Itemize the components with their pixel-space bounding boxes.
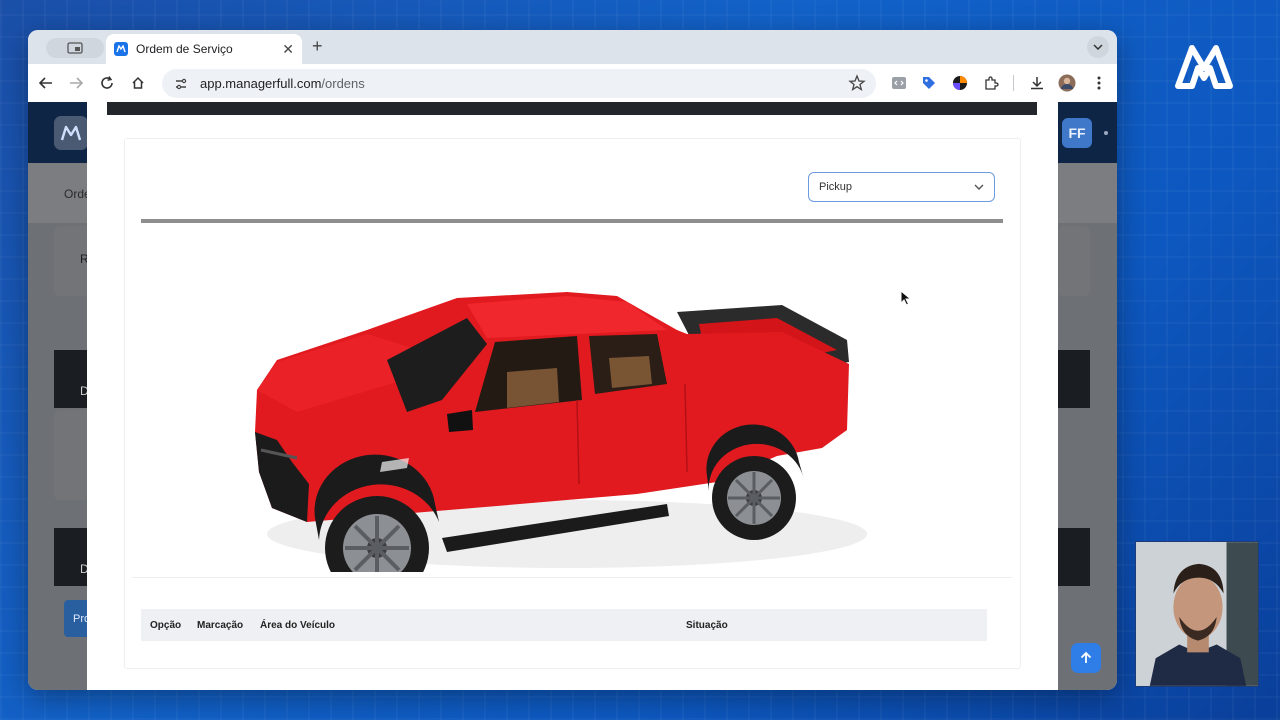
user-avatar[interactable]: FF — [1062, 118, 1092, 148]
circle-logo-icon — [953, 76, 967, 90]
truck-seat — [507, 368, 559, 408]
separator-bar — [141, 219, 1003, 223]
arrow-up-icon — [1080, 651, 1092, 663]
column-header-marcacao: Marcação — [197, 620, 244, 631]
site-settings-icon[interactable] — [172, 75, 190, 93]
tab-ordem-de-servico[interactable]: Ordem de Serviço ✕ — [106, 34, 302, 64]
background-card — [1058, 226, 1090, 296]
new-tab-button[interactable]: + — [312, 36, 323, 57]
tab-search-button[interactable] — [46, 38, 104, 58]
rear-wheel — [712, 456, 796, 540]
chevron-down-icon — [974, 184, 984, 190]
url-host: app.managerfull.com — [200, 76, 322, 91]
code-icon — [892, 77, 906, 89]
url-path: /ordens — [321, 76, 365, 91]
toolbar-divider — [1013, 75, 1014, 91]
column-header-opcao: Opção — [150, 620, 182, 631]
truck-seat — [609, 356, 652, 388]
modal-top-bar — [107, 102, 1037, 115]
tag-icon — [923, 77, 935, 89]
profile-button[interactable] — [1057, 73, 1077, 93]
browser-toolbar: app.managerfull.com/ordens — [28, 64, 1117, 102]
vehicle-diagram[interactable] — [237, 272, 887, 572]
webcam-presenter — [1135, 541, 1259, 687]
bookmark-star-button[interactable] — [848, 74, 866, 97]
column-header-area-do-veiculo: Área do Veículo — [260, 620, 336, 631]
back-icon — [39, 77, 52, 89]
brand-logo-icon — [1175, 45, 1233, 89]
address-bar[interactable]: app.managerfull.com/ordens — [162, 69, 876, 98]
extension-tag-button[interactable] — [919, 73, 939, 93]
profile-avatar-icon — [1058, 74, 1076, 92]
reload-icon — [101, 76, 113, 89]
vehicle-type-select[interactable]: Pickup — [808, 172, 995, 202]
scroll-to-top-button[interactable] — [1071, 643, 1101, 673]
background-panel-header — [1058, 350, 1090, 408]
vehicle-modal: Pickup Opção Marcação Área do Veículo Si… — [87, 102, 1058, 690]
extension-devtools-button[interactable] — [889, 73, 909, 93]
vehicle-type-value: Pickup — [819, 181, 853, 193]
page-viewport: FF Orde R D D Pro Pickup Opção Marcação … — [28, 102, 1117, 690]
downloads-button[interactable] — [1027, 73, 1047, 93]
browser-menu-button[interactable] — [1089, 73, 1109, 93]
forward-icon — [70, 77, 83, 89]
extensions-button[interactable] — [981, 73, 1001, 93]
forward-button[interactable] — [66, 73, 86, 93]
app-logo-icon[interactable] — [54, 116, 88, 150]
kebab-menu-icon — [1097, 76, 1101, 90]
tab-list-button[interactable] — [1087, 36, 1109, 58]
header-dot-icon — [1104, 131, 1108, 135]
bookmark-star-icon — [848, 74, 866, 91]
url-text: app.managerfull.com/ordens — [200, 76, 365, 91]
puzzle-icon — [985, 76, 999, 90]
download-icon — [1031, 77, 1043, 90]
table-header: Opção Marcação Área do Veículo Situação — [141, 609, 987, 641]
section-divider — [132, 577, 1012, 578]
tab-title: Ordem de Serviço — [136, 42, 233, 56]
home-button[interactable] — [128, 73, 148, 93]
tab-strip: Ordem de Serviço ✕ + — [28, 30, 1117, 64]
reload-button[interactable] — [97, 73, 117, 93]
background-panel-header — [1058, 528, 1090, 586]
browser-window: Ordem de Serviço ✕ + app.managerfull.com… — [28, 30, 1117, 690]
column-header-situacao: Situação — [686, 620, 728, 631]
chevron-down-icon — [1093, 44, 1103, 50]
tab-close-icon[interactable]: ✕ — [282, 41, 294, 58]
window-icon — [67, 42, 83, 54]
home-icon — [132, 76, 144, 89]
back-button[interactable] — [36, 73, 56, 93]
extension-color-button[interactable] — [950, 73, 970, 93]
mouse-cursor-icon — [900, 290, 912, 306]
site-favicon-icon — [114, 42, 128, 56]
